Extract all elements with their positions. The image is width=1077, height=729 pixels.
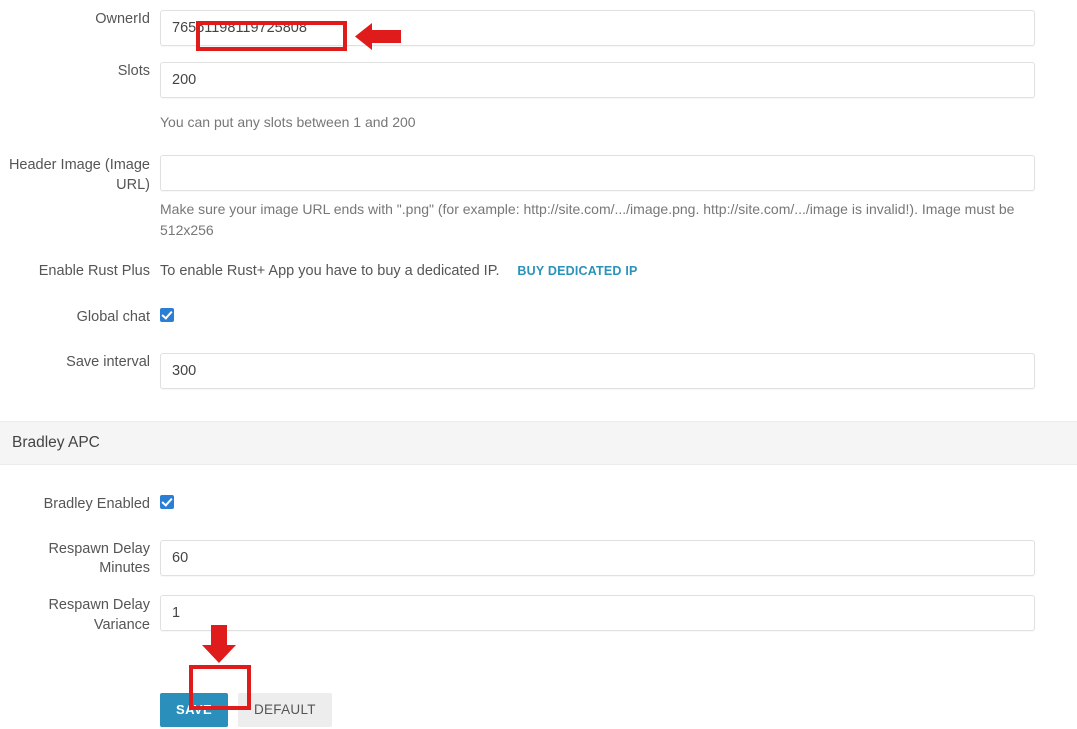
header-image-input[interactable] <box>160 155 1035 191</box>
slots-label: Slots <box>117 63 150 79</box>
global-chat-checkbox[interactable] <box>160 308 174 322</box>
form-row-save-interval: Save interval 300 <box>0 353 1077 389</box>
form-row-owner-id: OwnerId 76561198119725808 <box>0 10 1077 46</box>
section-header-bradley-apc: Bradley APC <box>0 421 1077 465</box>
header-image-label: Header Image (Image URL) <box>8 157 150 193</box>
slots-help-text: You can put any slots between 1 and 200 <box>160 114 416 130</box>
bradley-enabled-checkbox[interactable] <box>160 495 174 509</box>
enable-rust-plus-label: Enable Rust Plus <box>38 263 150 279</box>
form-row-header-image: Header Image (Image URL) Make sure your … <box>0 155 1077 241</box>
header-image-help-text: Make sure your image URL ends with ".png… <box>160 201 1015 238</box>
form-row-global-chat: Global chat <box>0 308 1077 327</box>
server-settings-form: OwnerId 76561198119725808 Slots 200 You … <box>0 10 1077 727</box>
respawn-delay-variance-input[interactable]: 1 <box>160 595 1035 631</box>
respawn-delay-variance-label: Respawn Delay Variance <box>48 597 150 633</box>
form-row-slots: Slots 200 You can put any slots between … <box>0 62 1077 133</box>
slots-input[interactable]: 200 <box>160 62 1035 98</box>
owner-id-input[interactable]: 76561198119725808 <box>160 10 1035 46</box>
respawn-delay-minutes-input[interactable]: 60 <box>160 540 1035 576</box>
form-actions: SAVE DEFAULT <box>0 693 1077 727</box>
save-interval-input[interactable]: 300 <box>160 353 1035 389</box>
owner-id-label: OwnerId <box>95 11 150 27</box>
form-row-enable-rust-plus: Enable Rust Plus To enable Rust+ App you… <box>0 262 1077 281</box>
default-button[interactable]: DEFAULT <box>237 693 332 727</box>
enable-rust-plus-description: To enable Rust+ App you have to buy a de… <box>160 263 500 279</box>
form-row-respawn-delay-minutes: Respawn Delay Minutes 60 <box>0 540 1077 578</box>
buy-dedicated-ip-link[interactable]: BUY DEDICATED IP <box>517 264 637 278</box>
form-row-respawn-delay-variance: Respawn Delay Variance 1 <box>0 595 1077 635</box>
global-chat-label: Global chat <box>76 309 150 325</box>
save-button[interactable]: SAVE <box>160 693 229 727</box>
form-row-bradley-enabled: Bradley Enabled <box>0 495 1077 514</box>
respawn-delay-minutes-label: Respawn Delay Minutes <box>48 541 150 576</box>
save-interval-label: Save interval <box>66 354 150 370</box>
bradley-enabled-label: Bradley Enabled <box>43 496 150 512</box>
